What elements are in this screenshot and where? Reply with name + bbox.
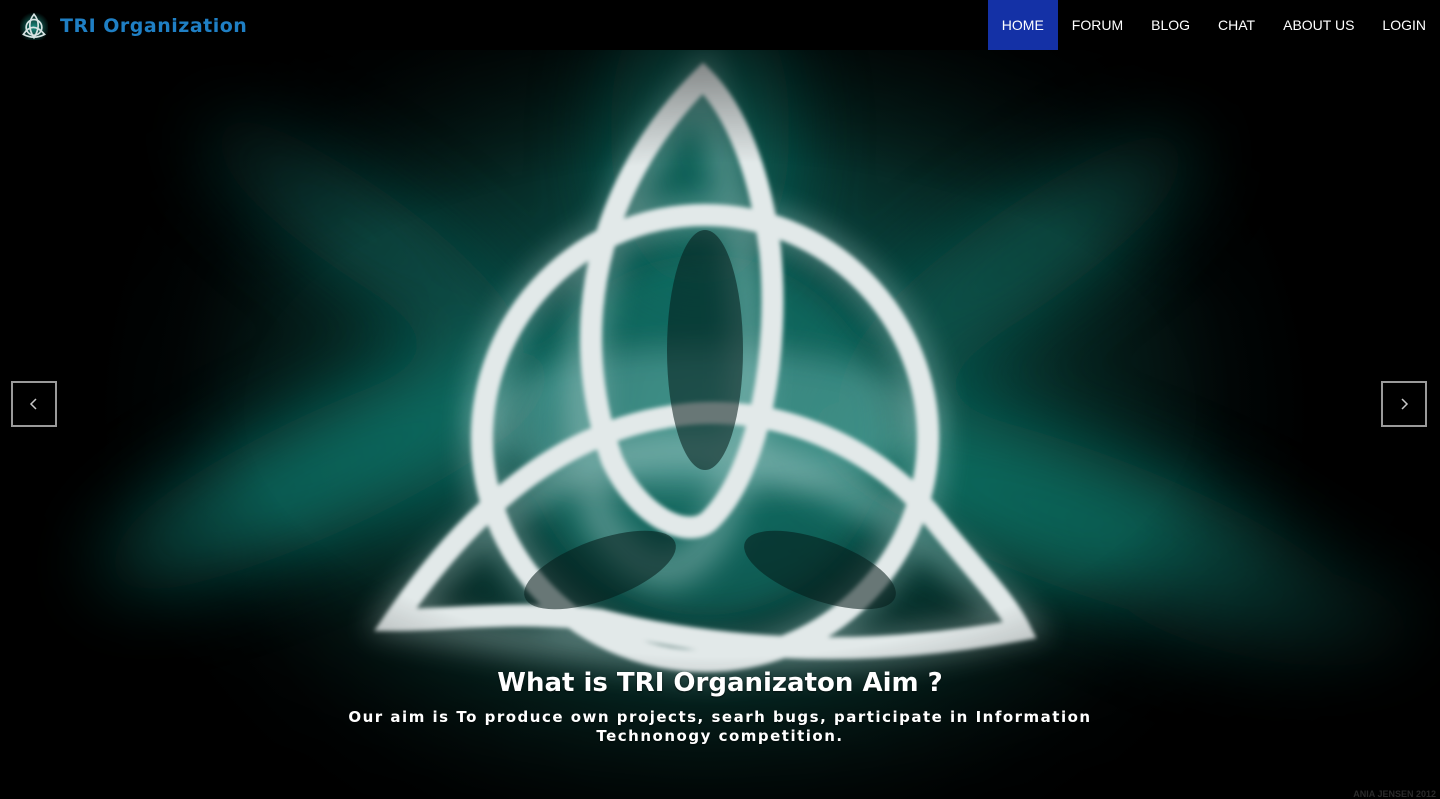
nav-link-home[interactable]: HOME xyxy=(987,0,1058,50)
nav-item-about-us: ABOUT US xyxy=(1269,0,1368,50)
nav-item-blog: BLOG xyxy=(1137,0,1204,50)
image-watermark: ANIA JENSEN 2012 xyxy=(1353,789,1436,799)
chevron-right-icon xyxy=(1401,398,1409,410)
navbar: TRI Organization HOME FORUM BLOG CHAT AB… xyxy=(0,0,1440,50)
nav-link-chat[interactable]: CHAT xyxy=(1204,0,1269,50)
carousel-prev-button[interactable] xyxy=(11,381,57,427)
nav-item-chat: CHAT xyxy=(1204,0,1269,50)
main-nav: HOME FORUM BLOG CHAT ABOUT US LOGIN xyxy=(987,0,1440,50)
nav-link-login[interactable]: LOGIN xyxy=(1368,0,1440,50)
carousel-caption: What is TRI Organizaton Aim ? Our aim is… xyxy=(300,668,1140,746)
page: TRI Organization HOME FORUM BLOG CHAT AB… xyxy=(0,0,1440,799)
caption-title: What is TRI Organizaton Aim ? xyxy=(497,668,943,698)
nav-link-about-us[interactable]: ABOUT US xyxy=(1269,0,1368,50)
chevron-left-icon xyxy=(29,398,37,410)
nav-link-blog[interactable]: BLOG xyxy=(1137,0,1204,50)
nav-item-login: LOGIN xyxy=(1368,0,1440,50)
triquetra-logo-icon xyxy=(20,12,48,40)
caption-text: Our aim is To produce own projects, sear… xyxy=(348,708,1092,745)
hero-carousel: What is TRI Organizaton Aim ? Our aim is… xyxy=(0,50,1440,799)
carousel-next-button[interactable] xyxy=(1381,381,1427,427)
nav-link-forum[interactable]: FORUM xyxy=(1058,0,1137,50)
brand-name[interactable]: TRI Organization xyxy=(60,15,247,37)
nav-item-home: HOME xyxy=(987,0,1058,50)
brand-link[interactable]: TRI Organization xyxy=(20,10,247,42)
nav-item-forum: FORUM xyxy=(1058,0,1137,50)
